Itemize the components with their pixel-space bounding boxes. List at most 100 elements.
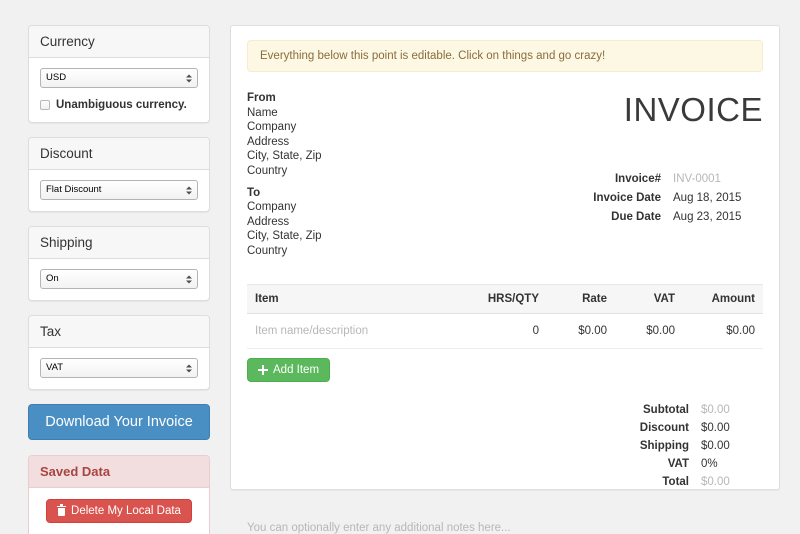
- from-title: From: [247, 92, 276, 104]
- items-table-body: Item name/description 0 $0.00 $0.00 $0.0…: [247, 313, 763, 349]
- from-city-state-zip[interactable]: City, State, Zip: [247, 149, 473, 164]
- shipping-value[interactable]: $0.00: [701, 438, 763, 455]
- invoice-number-value[interactable]: INV-0001: [673, 171, 763, 188]
- column-header-vat: VAT: [615, 283, 683, 314]
- unambiguous-currency-checkbox[interactable]: [40, 100, 50, 110]
- to-country[interactable]: Country: [247, 244, 473, 259]
- column-header-rate: Rate: [547, 283, 615, 314]
- subtotal-label: Subtotal: [643, 403, 689, 416]
- add-item-button[interactable]: Add Item: [247, 357, 331, 382]
- discount-panel-heading: Discount: [29, 138, 209, 170]
- item-rate-cell[interactable]: $0.00: [547, 313, 615, 349]
- currency-panel-title: Currency: [40, 34, 95, 49]
- shipping-panel-heading: Shipping: [29, 227, 209, 259]
- item-qty-cell[interactable]: 0: [465, 313, 547, 349]
- download-invoice-button[interactable]: Download Your Invoice: [28, 404, 210, 440]
- tax-panel: Tax VAT: [28, 315, 210, 390]
- tax-select-wrap: VAT: [40, 358, 198, 378]
- items-header-row: Item HRS/QTY Rate VAT Amount: [247, 283, 763, 314]
- address-spacer: [247, 179, 473, 186]
- discount-value[interactable]: $0.00: [701, 420, 763, 437]
- item-amount-cell: $0.00: [683, 313, 763, 349]
- add-item-label: Add Item: [273, 363, 320, 376]
- total-row: Total $0.00: [247, 474, 763, 491]
- app-root: Currency USD Unambiguous currency. Disco…: [0, 0, 800, 534]
- currency-panel: Currency USD Unambiguous currency.: [28, 25, 210, 123]
- currency-select[interactable]: USD: [40, 68, 198, 88]
- invoice-items-table: Item HRS/QTY Rate VAT Amount Item name/d…: [247, 283, 763, 349]
- column-header-item: Item: [247, 283, 465, 314]
- shipping-panel: Shipping On: [28, 226, 210, 301]
- to-city-state-zip[interactable]: City, State, Zip: [247, 229, 473, 244]
- invoice-notes-field[interactable]: You can optionally enter any additional …: [247, 522, 763, 534]
- delete-local-data-button[interactable]: Delete My Local Data: [46, 499, 192, 523]
- due-date-value[interactable]: Aug 23, 2015: [673, 209, 763, 226]
- shipping-select[interactable]: On: [40, 269, 198, 289]
- saved-data-panel-body: Delete My Local Data Free Invoice Genera…: [29, 488, 209, 534]
- saved-data-panel-title: Saved Data: [40, 464, 111, 479]
- invoice-meta-block: INVOICE Invoice# INV-0001 Invoice Date A…: [473, 91, 763, 259]
- total-label: Total: [662, 475, 689, 488]
- subtotal-row: Subtotal $0.00: [247, 402, 763, 419]
- shipping-label: Shipping: [639, 439, 689, 452]
- item-vat-cell[interactable]: $0.00: [615, 313, 683, 349]
- items-table-head: Item HRS/QTY Rate VAT Amount: [247, 283, 763, 314]
- subtotal-value: $0.00: [701, 403, 730, 416]
- to-company[interactable]: Company: [247, 200, 473, 215]
- from-country[interactable]: Country: [247, 164, 473, 179]
- saved-data-panel: Saved Data Delete My Local Data Free Inv…: [28, 455, 210, 534]
- trash-icon: [57, 504, 67, 517]
- discount-label: Discount: [639, 421, 689, 434]
- invoice-number-row: Invoice# INV-0001: [473, 171, 763, 188]
- plus-icon: [258, 364, 268, 375]
- column-header-hrsqty: HRS/QTY: [465, 283, 547, 314]
- invoice-panel: Everything below this point is editable.…: [230, 25, 780, 534]
- shipping-select-wrap: On: [40, 269, 198, 289]
- discount-panel-body: Flat Discount: [29, 170, 209, 211]
- tax-panel-body: VAT: [29, 348, 209, 389]
- discount-row: Discount $0.00: [247, 420, 763, 437]
- discount-select-wrap: Flat Discount: [40, 180, 198, 200]
- vat-value[interactable]: 0%: [701, 456, 763, 473]
- to-address[interactable]: Address: [247, 215, 473, 230]
- item-description-cell[interactable]: Item name/description: [247, 313, 465, 349]
- item-description-placeholder: Item name/description: [255, 324, 369, 337]
- from-name[interactable]: Name: [247, 106, 473, 121]
- due-date-row: Due Date Aug 23, 2015: [473, 209, 763, 226]
- currency-panel-heading: Currency: [29, 26, 209, 58]
- invoice-main: Everything below this point is editable.…: [230, 25, 780, 534]
- invoice-heading: INVOICE: [623, 91, 763, 128]
- currency-panel-body: USD Unambiguous currency.: [29, 58, 209, 122]
- editable-notice-alert: Everything below this point is editable.…: [247, 40, 763, 72]
- settings-sidebar: Currency USD Unambiguous currency. Disco…: [28, 25, 210, 534]
- shipping-panel-body: On: [29, 259, 209, 300]
- delete-local-data-label: Delete My Local Data: [71, 505, 181, 517]
- invoice-date-row: Invoice Date Aug 18, 2015: [473, 190, 763, 207]
- vat-row: VAT 0%: [247, 456, 763, 473]
- due-date-label: Due Date: [611, 211, 661, 223]
- from-address[interactable]: Address: [247, 135, 473, 150]
- shipping-row: Shipping $0.00: [247, 438, 763, 455]
- invoice-date-value[interactable]: Aug 18, 2015: [673, 190, 763, 207]
- discount-select[interactable]: Flat Discount: [40, 180, 198, 200]
- invoice-totals: Subtotal $0.00 Discount $0.00 Shipping $…: [247, 402, 763, 491]
- vat-label: VAT: [667, 457, 689, 470]
- column-header-amount: Amount: [683, 283, 763, 314]
- tax-panel-title: Tax: [40, 324, 62, 339]
- from-company[interactable]: Company: [247, 120, 473, 135]
- saved-data-panel-heading: Saved Data: [29, 456, 209, 488]
- total-value: $0.00: [701, 475, 730, 488]
- invoice-header-row: From Name Company Address City, State, Z…: [247, 91, 763, 259]
- add-item-row: Add Item: [247, 357, 763, 382]
- discount-panel-title: Discount: [40, 146, 93, 161]
- addresses-block: From Name Company Address City, State, Z…: [247, 91, 473, 259]
- tax-panel-heading: Tax: [29, 316, 209, 348]
- unambiguous-currency-row[interactable]: Unambiguous currency.: [40, 99, 198, 111]
- shipping-panel-title: Shipping: [40, 235, 93, 250]
- invoice-number-label: Invoice#: [614, 173, 661, 185]
- tax-select[interactable]: VAT: [40, 358, 198, 378]
- discount-panel: Discount Flat Discount: [28, 137, 210, 212]
- invoice-date-label: Invoice Date: [593, 192, 661, 204]
- to-title: To: [247, 186, 261, 199]
- table-row: Item name/description 0 $0.00 $0.00 $0.0…: [247, 313, 763, 349]
